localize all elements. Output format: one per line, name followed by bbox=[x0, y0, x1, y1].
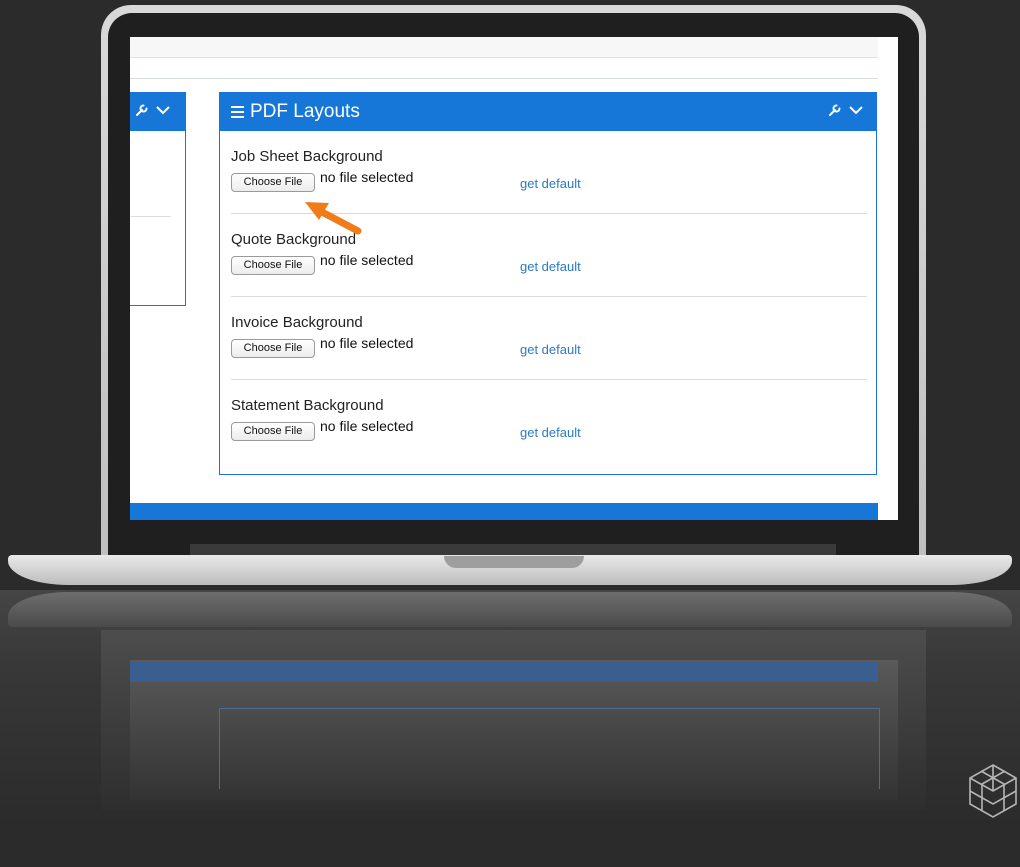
left-panel-header bbox=[130, 93, 185, 131]
choose-file-button[interactable]: Choose File bbox=[231, 339, 315, 358]
get-default-link[interactable]: get default bbox=[520, 342, 581, 357]
header-divider bbox=[130, 78, 878, 79]
arrow-pointer-icon bbox=[302, 195, 364, 240]
statement-background-row: Statement Background Choose File no file… bbox=[231, 380, 867, 463]
get-default-link[interactable]: get default bbox=[520, 259, 581, 274]
pdf-layouts-panel: PDF Layouts Job Sheet Background Choose … bbox=[219, 92, 877, 475]
reflection-base bbox=[8, 592, 1012, 627]
wrench-icon[interactable] bbox=[828, 103, 842, 122]
chevron-down-icon[interactable] bbox=[155, 103, 171, 121]
laptop-screen: PDF Layouts Job Sheet Background Choose … bbox=[130, 37, 898, 520]
left-panel-divider bbox=[131, 216, 171, 217]
choose-file-button[interactable]: Choose File bbox=[231, 422, 315, 441]
invoice-background-row: Invoice Background Choose File no file s… bbox=[231, 297, 867, 380]
chevron-down-icon[interactable] bbox=[848, 103, 864, 121]
row-label: Job Sheet Background bbox=[231, 148, 383, 165]
wrench-icon[interactable] bbox=[135, 103, 149, 122]
next-panel-header bbox=[130, 503, 878, 520]
left-panel bbox=[130, 92, 186, 306]
file-status: no file selected bbox=[320, 169, 414, 185]
hamburger-icon[interactable] bbox=[231, 106, 244, 118]
row-label: Invoice Background bbox=[231, 314, 363, 331]
choose-file-button[interactable]: Choose File bbox=[231, 256, 315, 275]
file-status: no file selected bbox=[320, 335, 414, 351]
file-status: no file selected bbox=[320, 252, 414, 268]
get-default-link[interactable]: get default bbox=[520, 176, 581, 191]
panel-title: PDF Layouts bbox=[250, 101, 360, 122]
file-status: no file selected bbox=[320, 418, 414, 434]
row-label: Statement Background bbox=[231, 397, 384, 414]
reflection-panel bbox=[219, 708, 880, 789]
reflection-header bbox=[130, 662, 878, 682]
hex-cube-logo bbox=[966, 763, 1020, 827]
pdf-layouts-header: PDF Layouts bbox=[220, 93, 876, 131]
get-default-link[interactable]: get default bbox=[520, 425, 581, 440]
top-bar bbox=[130, 37, 878, 58]
choose-file-button[interactable]: Choose File bbox=[231, 173, 315, 192]
laptop-notch bbox=[444, 556, 584, 568]
